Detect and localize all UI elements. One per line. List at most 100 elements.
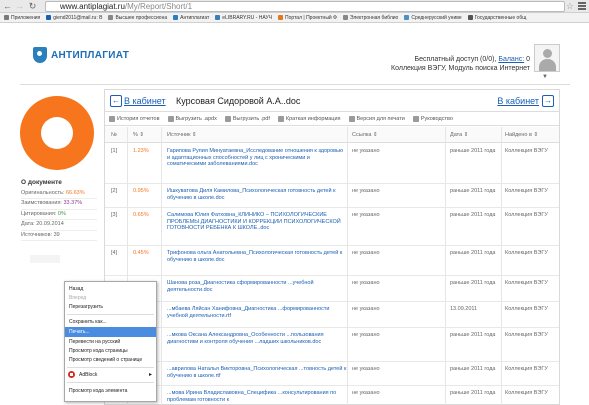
table-header: № % ⇕ Источник ⇕ Ссылка ⇕ Дата ⇕ Найдено… <box>105 127 559 143</box>
guide-button[interactable]: Руководство <box>412 115 453 122</box>
borrowing-row: Заимствования: 33.37% <box>21 199 97 210</box>
row-source-link[interactable]: Ишкуватова Диля Камилова_Психологическая… <box>167 188 347 201</box>
context-menu: Назад Вперед Перезагрузить Сохранить как… <box>64 281 157 402</box>
page-icon <box>342 15 348 20</box>
row-ref: не указано <box>352 148 380 154</box>
bookmark-label: eLIBRARY.RU - НАУЧ <box>222 14 273 21</box>
bookmark-item[interactable]: Портал | Проектный Ф <box>278 15 337 21</box>
page-icon <box>108 15 114 20</box>
menu-item-print[interactable]: Печать... <box>65 327 156 337</box>
originality-label: Оригинальность: <box>21 189 65 196</box>
bookmark-label: Антиплагиат <box>180 14 210 21</box>
print-version-label: Версия для печати <box>356 115 405 122</box>
col-num-header[interactable]: № <box>111 132 117 138</box>
row-ref: не указано <box>352 188 380 194</box>
row-source-link[interactable]: ...аврилова Наталья Викторовна_Психологи… <box>167 366 347 379</box>
table-row[interactable]: ...мова Ирина Владиславовна_Специфика ..… <box>105 386 559 405</box>
back-arrow-icon[interactable]: ← <box>2 1 13 12</box>
row-num: [2] <box>111 188 118 194</box>
bookmark-label: giend2011@mail.ru: В <box>53 14 103 21</box>
bookmark-item[interactable]: giend2011@mail.ru: В <box>46 15 102 21</box>
row-source-link[interactable]: ...мкова Оксана Александровна_Особенност… <box>167 332 347 345</box>
col-found-label: Найдено в <box>505 132 532 138</box>
cloud-download-icon <box>167 115 174 122</box>
row-found: Коллекция ВЭГУ <box>505 250 548 256</box>
col-source-header[interactable]: Источник ⇕ <box>167 132 197 138</box>
row-ref: не указано <box>352 306 380 312</box>
row-source-link[interactable]: Гарипова Рупия Минуатаевна_Исследование … <box>167 148 347 168</box>
table-row[interactable]: [1] 1.23% Гарипова Рупия Минуатаевна_Исс… <box>105 144 559 184</box>
table-row[interactable]: [3] 0.65% Салимова Юлия Фатховна_КЛИНИКО… <box>105 208 559 246</box>
access-info: Бесплатный доступ (0/0), Баланс: 0 Колле… <box>370 55 530 73</box>
row-source-link[interactable]: Салимова Юлия Фатховна_КЛИНИКО – ПСИХОЛО… <box>167 212 347 232</box>
menu-item-reload[interactable]: Перезагрузить <box>65 302 156 312</box>
elibrary-icon <box>215 15 221 20</box>
originality-value: 66.63% <box>65 189 85 196</box>
table-row[interactable]: ...мкова Оксана Александровна_Особенност… <box>105 328 559 362</box>
col-date-header[interactable]: Дата ⇕ <box>450 132 468 138</box>
col-source-label: Источник <box>167 132 191 138</box>
balance-link[interactable]: Баланс: <box>498 56 524 63</box>
col-ref-header[interactable]: Ссылка ⇕ <box>352 132 378 138</box>
bookmark-item[interactable]: Государственные общ <box>467 14 527 21</box>
address-bar[interactable]: www.antiplagiat.ru/My/Report/Short/1 <box>45 1 565 12</box>
row-source-link[interactable]: Трифонова ольга Анатольевна_Психологичес… <box>167 250 347 263</box>
bookmark-label: Государственные общ <box>474 14 527 21</box>
avatar[interactable] <box>534 44 560 72</box>
bookmark-label: Электронная библио <box>349 14 399 21</box>
row-source-link[interactable]: Шанова роза_Диагностика сформированности… <box>167 280 347 293</box>
report-panel: ← В кабинет Курсовая Сидоровой А.А..doc … <box>104 89 560 405</box>
browser-menu-icon[interactable] <box>578 2 586 10</box>
table-row[interactable]: ...аврилова Наталья Викторовна_Психологи… <box>105 362 559 386</box>
sort-icon: ⇕ <box>373 132 378 138</box>
bookmark-item[interactable]: Электронная библио <box>342 14 399 21</box>
menu-item-adblock[interactable]: AdBlock ▸ <box>65 370 156 380</box>
export-apdx-button[interactable]: Выгрузить .apdx <box>167 115 217 122</box>
col-pct-header[interactable]: % ⇕ <box>133 132 144 138</box>
bookmark-star-icon[interactable]: ☆ <box>566 1 574 12</box>
row-ref: не указано <box>352 332 380 338</box>
exit-icon[interactable]: → <box>542 95 554 107</box>
table-row[interactable]: [4] 0.45% Трифонова ольга Анатольевна_Пс… <box>105 246 559 276</box>
sort-icon: ⇕ <box>192 132 197 138</box>
report-toolbar: История отчетов Выгрузить .apdx Выгрузит… <box>105 112 559 126</box>
balance-value: 0 <box>526 56 530 63</box>
row-found: Коллекция ВЭГУ <box>505 148 548 154</box>
back-to-cabinet-icon[interactable]: ← <box>110 95 122 107</box>
logo[interactable]: АНТИПЛАГИАТ <box>33 47 129 63</box>
guide-label: Руководство <box>420 115 453 122</box>
chevron-down-icon[interactable]: ▼ <box>542 74 548 80</box>
cabinet-link[interactable]: В кабинет <box>124 96 166 106</box>
table-row[interactable]: Шанова роза_Диагностика сформированности… <box>105 276 559 302</box>
pie-chart-hole <box>41 117 73 149</box>
short-info-button[interactable]: Краткая информация <box>277 115 341 122</box>
shield-icon <box>33 47 47 63</box>
table-row[interactable]: ...мбаева Ляйсан Ханифовна_Диагностика .… <box>105 302 559 328</box>
menu-separator <box>67 367 154 368</box>
export-pdf-button[interactable]: Выгрузить .pdf <box>224 115 270 122</box>
bookmark-item[interactable]: eLIBRARY.RU - НАУЧ <box>215 15 272 21</box>
menu-item-page-info[interactable]: Просмотр сведений о странице <box>65 355 156 365</box>
row-num: [1] <box>111 148 118 154</box>
sources-label: Источников: <box>21 231 53 238</box>
row-source-link[interactable]: ...мбаева Ляйсан Ханифовна_Диагностика .… <box>167 306 347 319</box>
print-version-button[interactable]: Версия для печати <box>348 115 405 122</box>
cabinet-link-right[interactable]: В кабинет <box>497 96 539 106</box>
bookmark-item[interactable]: Антиплагиат <box>173 15 209 21</box>
row-pct: 0.95% <box>133 188 149 194</box>
menu-item-save-as[interactable]: Сохранить как... <box>65 317 156 327</box>
col-found-header[interactable]: Найдено в ⇕ <box>505 132 538 138</box>
col-ref-label: Ссылка <box>352 132 372 138</box>
forward-arrow-icon[interactable]: → <box>14 1 25 12</box>
bookmark-item[interactable]: Среднерусский униве <box>404 15 462 21</box>
collection-info: Коллекция ВЭГУ, Модуль поиска Интернет <box>391 65 530 72</box>
bookmark-item[interactable]: Высшее профессиона <box>108 15 167 21</box>
apps-icon <box>4 15 9 20</box>
history-button[interactable]: История отчетов <box>109 115 160 122</box>
bookmark-item[interactable]: Приложения <box>4 15 40 21</box>
menu-item-inspect[interactable]: Просмотр кода элемента <box>65 386 156 396</box>
row-date: раньше 2011 года <box>450 212 496 218</box>
table-row[interactable]: [2] 0.95% Ишкуватова Диля Камилова_Психо… <box>105 184 559 208</box>
reload-icon[interactable]: ↻ <box>27 1 38 12</box>
row-source-link[interactable]: ...мова Ирина Владиславовна_Специфика ..… <box>167 390 347 403</box>
